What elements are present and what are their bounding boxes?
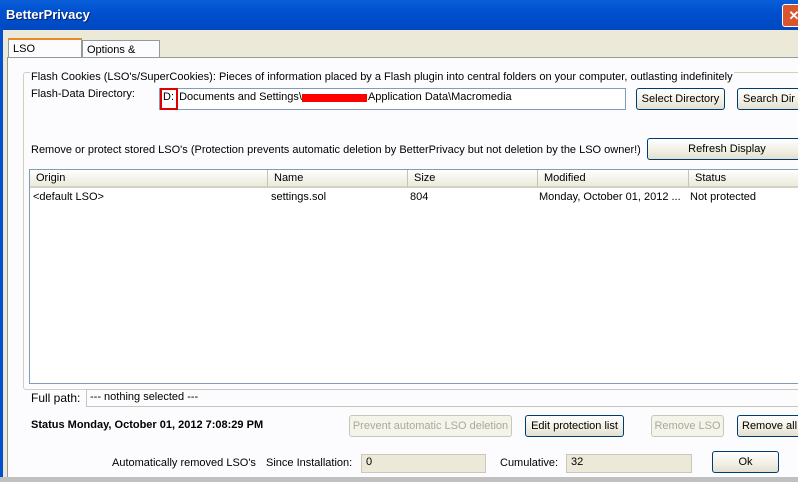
refresh-display-button[interactable]: Refresh Display	[647, 138, 798, 160]
full-path-field: --- nothing selected ---	[86, 389, 798, 407]
select-directory-button[interactable]: Select Directory	[636, 88, 725, 110]
ok-button[interactable]: Ok	[712, 451, 779, 473]
group-description: Flash Cookies (LSO's/SuperCookies): Piec…	[30, 71, 734, 83]
cell-modified: Monday, October 01, 2012 ...	[539, 191, 681, 203]
edit-protection-button[interactable]: Edit protection list	[525, 415, 624, 437]
instruction-text: Remove or protect stored LSO's (Protecti…	[31, 144, 641, 156]
remove-all-button[interactable]: Remove all	[737, 415, 798, 437]
redaction-mark	[302, 94, 367, 102]
status-text: Status Monday, October 01, 2012 7:08:29 …	[31, 419, 264, 431]
cumulative-value: 32	[566, 454, 692, 473]
directory-input[interactable]: D: Documents and Settings\ Application Da…	[159, 88, 626, 110]
full-path-label: Full path:	[31, 391, 81, 405]
tab-lso-manager[interactable]: LSO Manager	[8, 38, 82, 73]
highlight-box	[160, 88, 178, 110]
close-icon[interactable]: ✕	[782, 4, 798, 27]
horizontal-scrollbar[interactable]	[0, 477, 798, 482]
cell-origin: <default LSO>	[33, 191, 104, 203]
directory-label: Flash-Data Directory:	[31, 88, 135, 100]
cell-status: Not protected	[690, 191, 757, 203]
prevent-deletion-button[interactable]: Prevent automatic LSO deletion	[349, 415, 512, 437]
directory-path-suffix: Application Data\Macromedia	[367, 91, 512, 103]
title-bar: BetterPrivacy ✕	[0, 0, 798, 30]
cell-size: 804	[410, 191, 429, 203]
column-header-modified[interactable]: Modified	[538, 170, 689, 188]
cumulative-label: Cumulative:	[500, 457, 559, 469]
cell-name: settings.sol	[271, 191, 327, 203]
since-install-value: 0	[361, 454, 486, 473]
remove-lso-button[interactable]: Remove LSO	[651, 415, 724, 437]
column-header-status[interactable]: Status	[689, 170, 798, 188]
column-header-name[interactable]: Name	[268, 170, 408, 188]
directory-path-prefix: Documents and Settings\	[179, 91, 302, 103]
search-dir-button[interactable]: Search Dir	[737, 88, 798, 110]
lso-table[interactable]: Origin Name Size Modified Status <defaul…	[29, 169, 798, 384]
auto-removed-label: Automatically removed LSO's	[112, 457, 256, 469]
column-header-origin[interactable]: Origin	[30, 170, 268, 188]
window-title: BetterPrivacy	[6, 7, 90, 22]
column-header-size[interactable]: Size	[408, 170, 538, 188]
since-install-label: Since Installation:	[266, 457, 353, 469]
